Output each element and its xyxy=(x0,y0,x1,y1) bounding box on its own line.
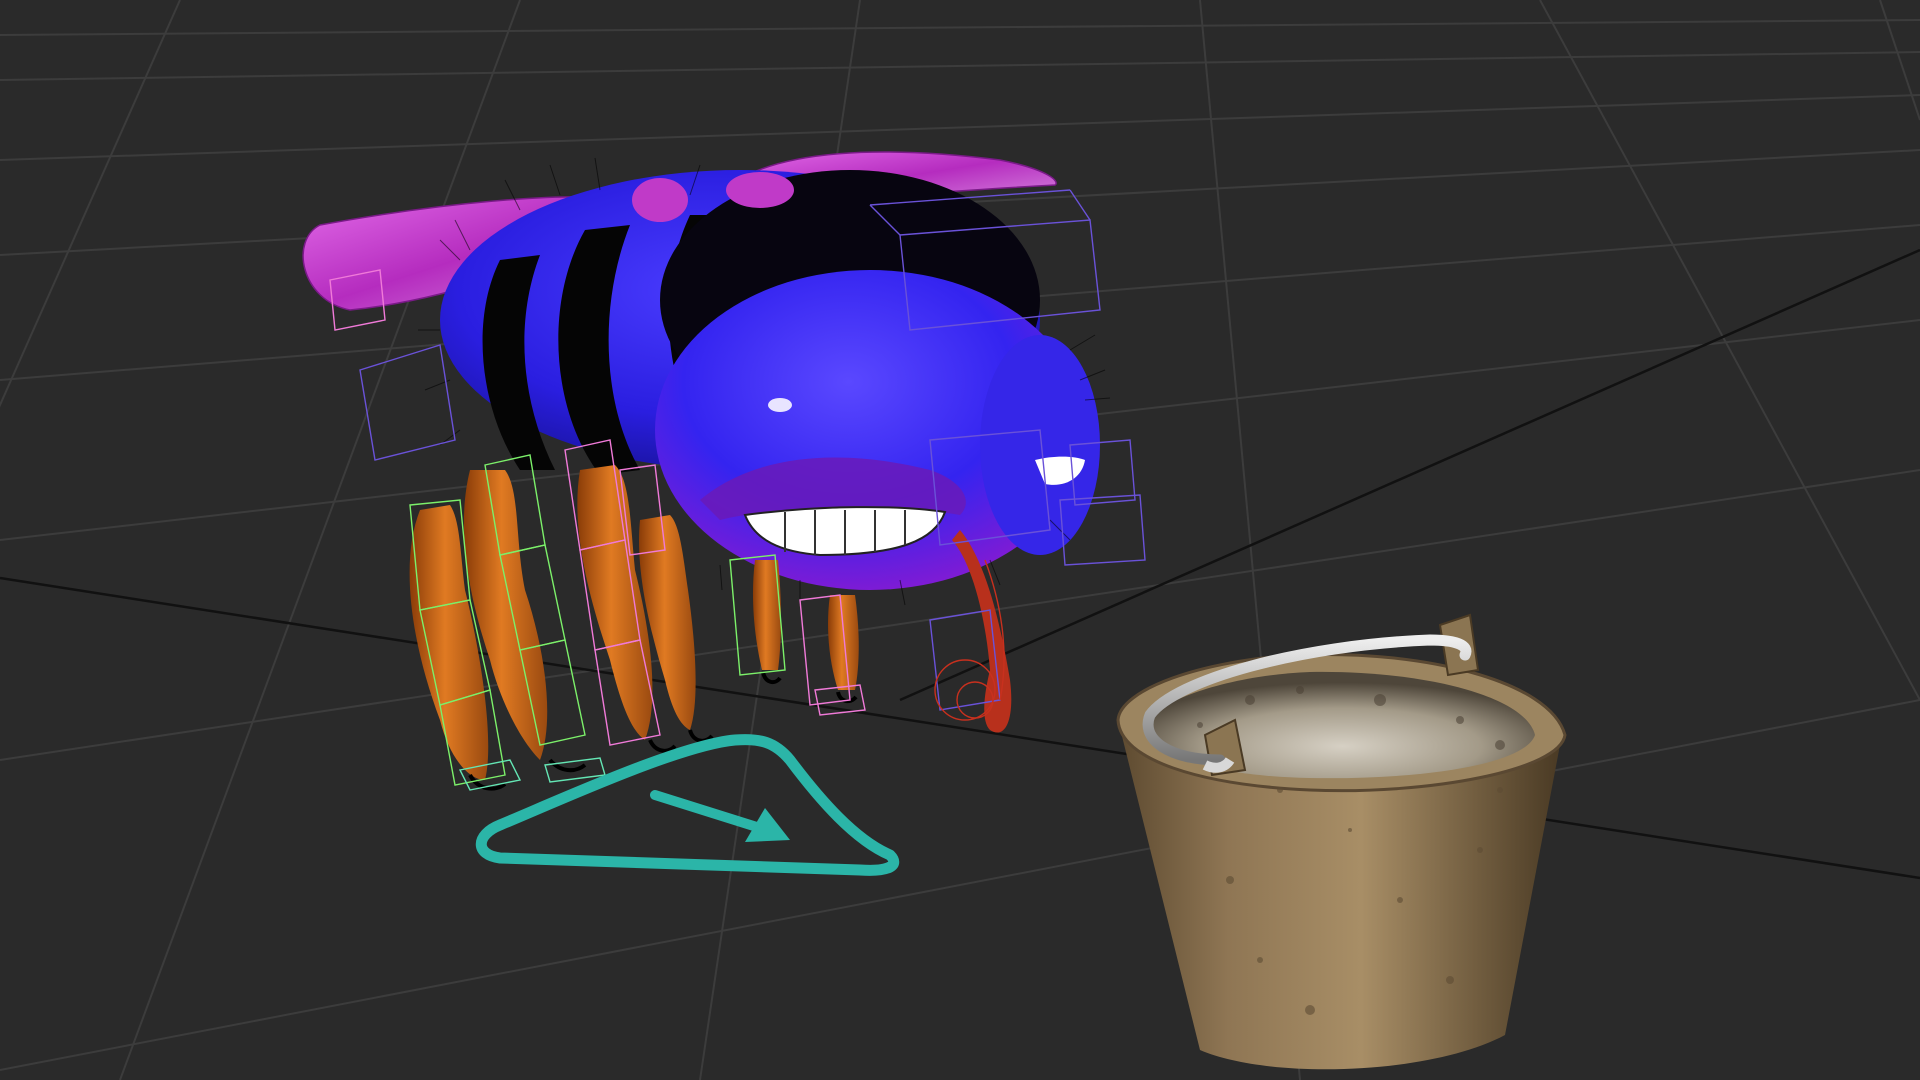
bee-eye-highlight xyxy=(768,398,792,412)
bee-leg[interactable] xyxy=(577,465,653,740)
control-arrow-shaft[interactable] xyxy=(650,790,765,833)
triangle-arrow-control-icon[interactable] xyxy=(475,734,900,876)
bee-antenna[interactable] xyxy=(632,178,688,222)
bee-antenna[interactable] xyxy=(726,172,794,208)
bee-leg[interactable] xyxy=(827,595,859,690)
bee-model[interactable] xyxy=(302,151,1111,791)
3d-viewport[interactable] xyxy=(0,0,1920,1080)
bee-cheek-right xyxy=(980,335,1100,555)
bucket-model[interactable] xyxy=(1116,613,1567,1070)
viewport-canvas[interactable] xyxy=(0,0,1920,1080)
